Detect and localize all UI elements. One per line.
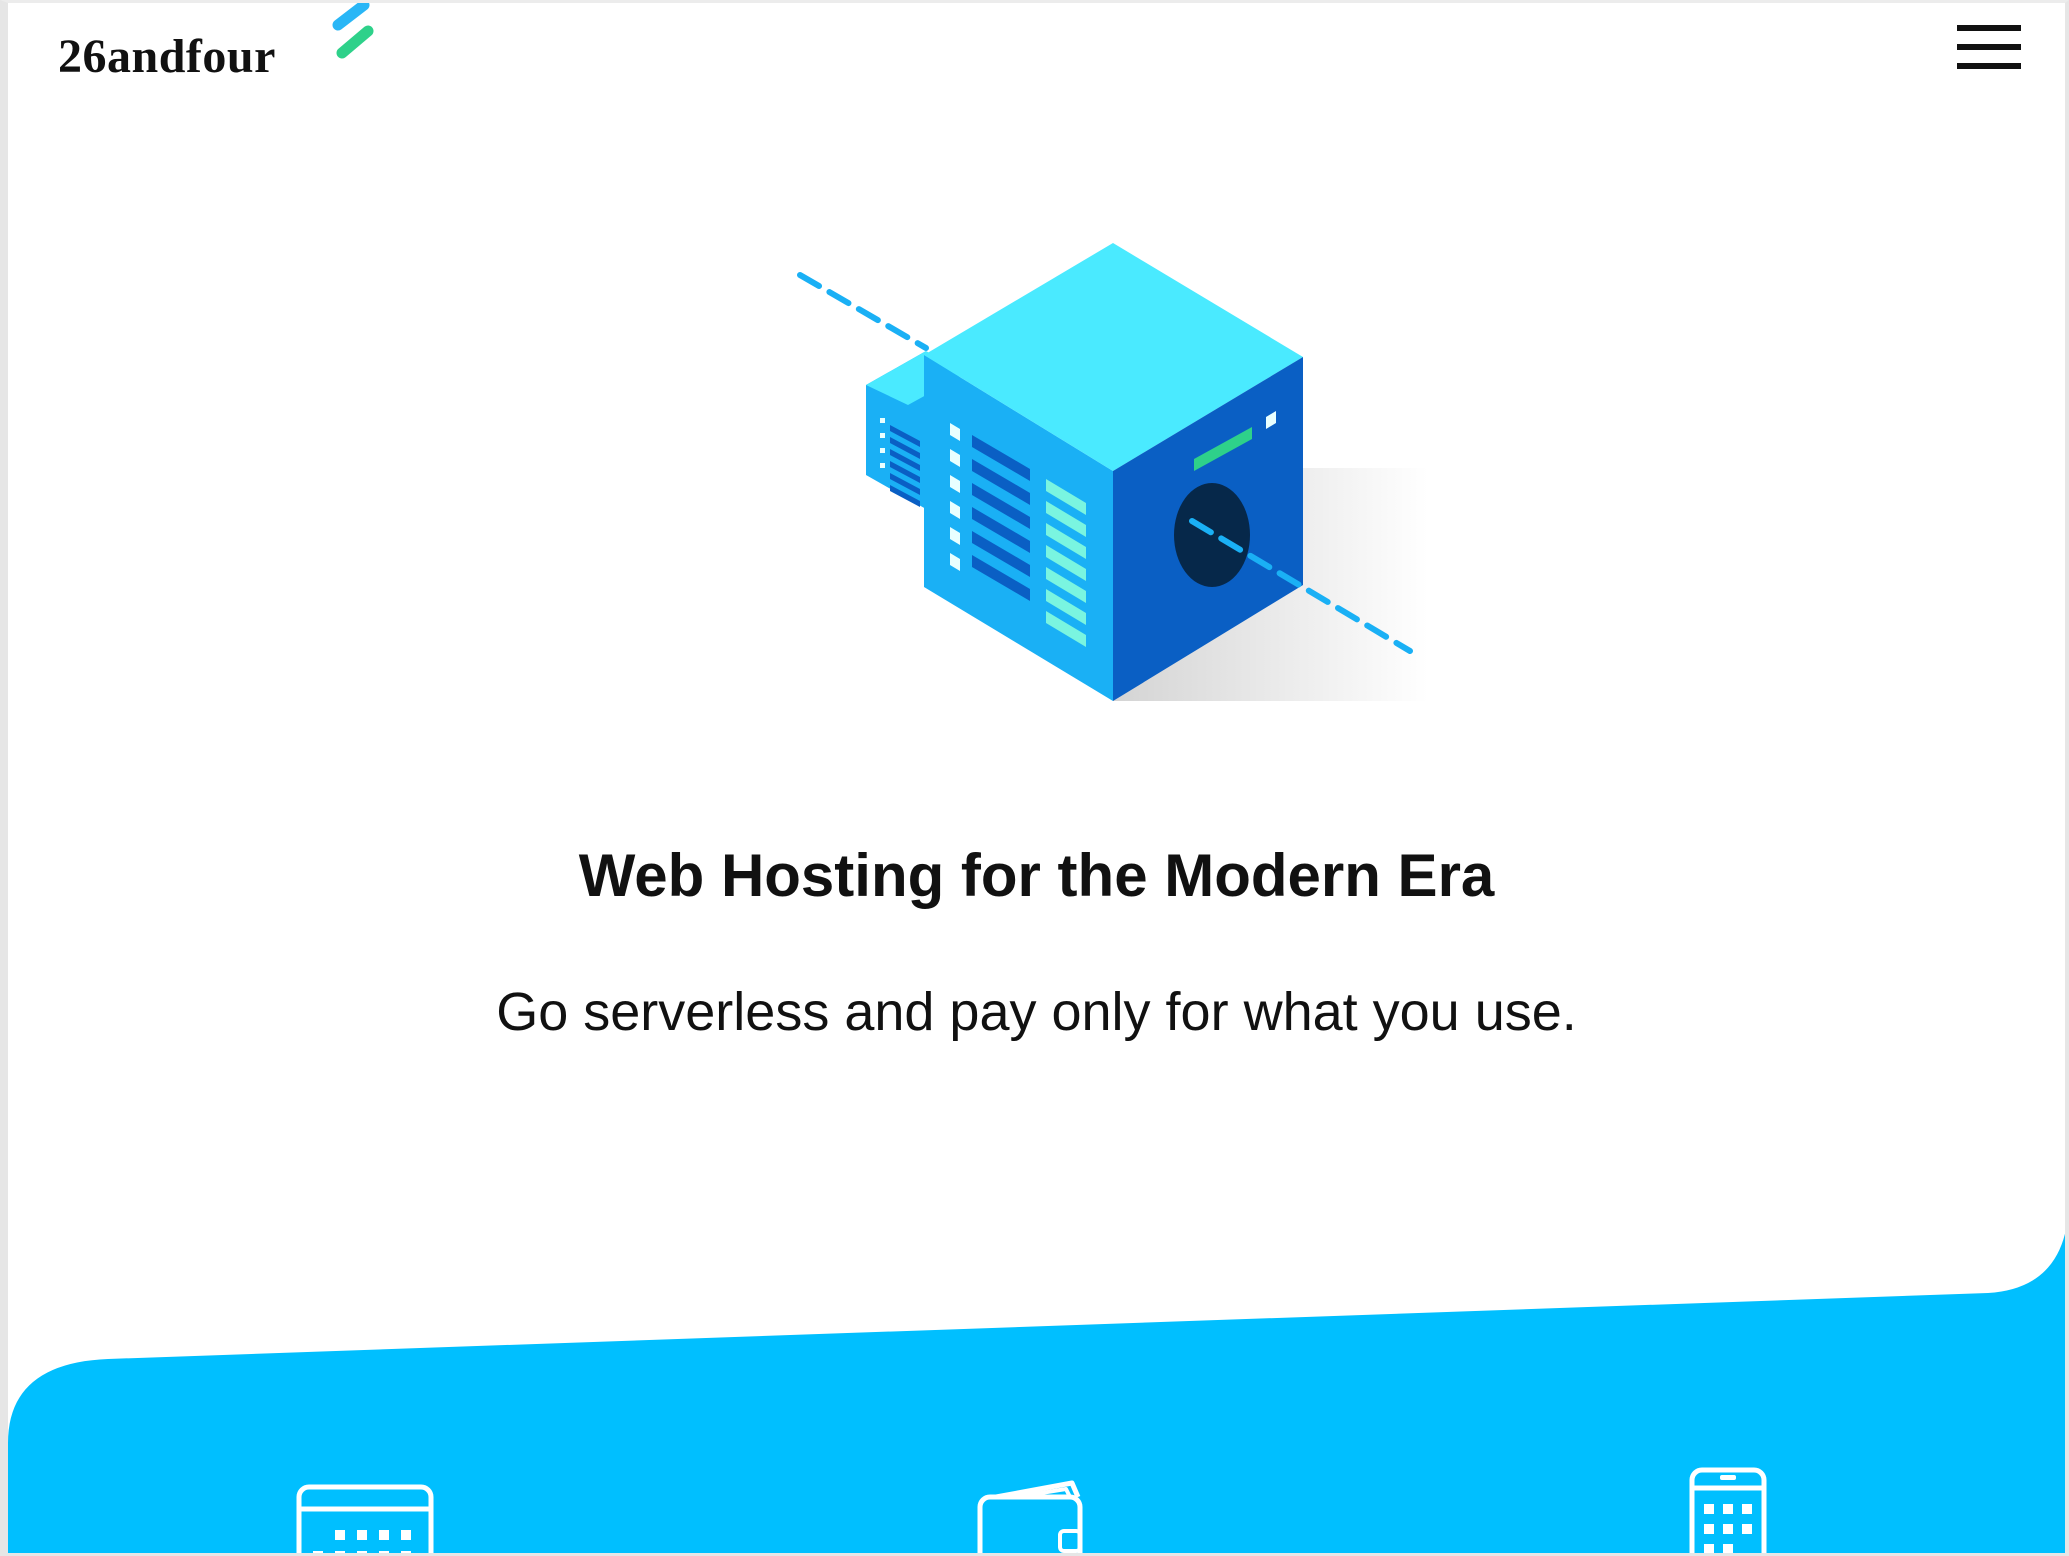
features-section-background — [8, 1233, 2065, 1553]
page: 26andfour Web Hosting for the Modern Era… — [0, 0, 2069, 1556]
calendar-icon[interactable] — [295, 1483, 435, 1556]
wallet-icon[interactable] — [976, 1479, 1086, 1556]
mobile-phone-icon[interactable] — [1688, 1466, 1768, 1556]
